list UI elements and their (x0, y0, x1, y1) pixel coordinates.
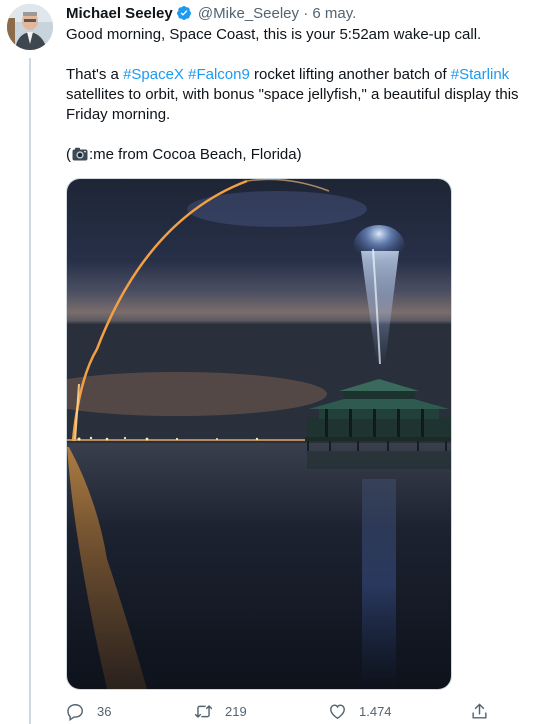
author-name[interactable]: Michael Seeley (66, 5, 173, 22)
retweet-icon (194, 704, 213, 718)
camera-icon (72, 147, 88, 161)
thread-line (29, 58, 31, 724)
text-segment: rocket lifting another batch of (249, 66, 451, 83)
reply-button[interactable]: 36 (66, 700, 111, 722)
text-segment: :me from Cocoa Beach, Florida) (89, 146, 302, 163)
tweet-actions: 36 219 1.474 (66, 700, 506, 724)
retweet-count: 219 (225, 703, 247, 719)
tweet[interactable]: Michael Seeley @Mike_Seeley · 6 may. Goo… (0, 0, 533, 724)
tweet-paragraph-2: That's a #SpaceX #Falcon9 rocket lifting… (66, 65, 526, 125)
share-button[interactable] (470, 700, 501, 722)
hashtag-spacex[interactable]: #SpaceX (123, 66, 184, 83)
avatar[interactable] (7, 4, 53, 50)
text-segment: satellites to orbit, with bonus "space j… (66, 86, 519, 123)
reply-count: 36 (97, 703, 112, 719)
hashtag-starlink[interactable]: #Starlink (451, 66, 509, 83)
tweet-paragraph-3: ( :me from Cocoa Beach, Florida) (66, 145, 526, 165)
like-button[interactable]: 1.474 (328, 700, 392, 722)
hashtag-falcon9[interactable]: #Falcon9 (188, 66, 250, 83)
verified-badge-icon (176, 5, 192, 21)
tweet-line-1: Good morning, Space Coast, this is your … (66, 26, 482, 43)
author-handle[interactable]: @Mike_Seeley (198, 5, 299, 22)
separator-dot: · (303, 5, 309, 22)
like-count: 1.474 (359, 703, 392, 719)
text-segment: ( (66, 146, 71, 163)
text-segment: That's a (66, 66, 124, 83)
tweet-text: Good morning, Space Coast, this is your … (66, 25, 526, 165)
share-icon (472, 703, 487, 719)
reply-icon (67, 703, 83, 721)
retweet-button[interactable]: 219 (194, 700, 247, 722)
tweet-date[interactable]: 6 may. (312, 5, 356, 22)
tweet-photo[interactable] (66, 178, 452, 690)
tweet-header: Michael Seeley @Mike_Seeley · 6 may. (66, 5, 356, 23)
like-icon (330, 703, 345, 719)
